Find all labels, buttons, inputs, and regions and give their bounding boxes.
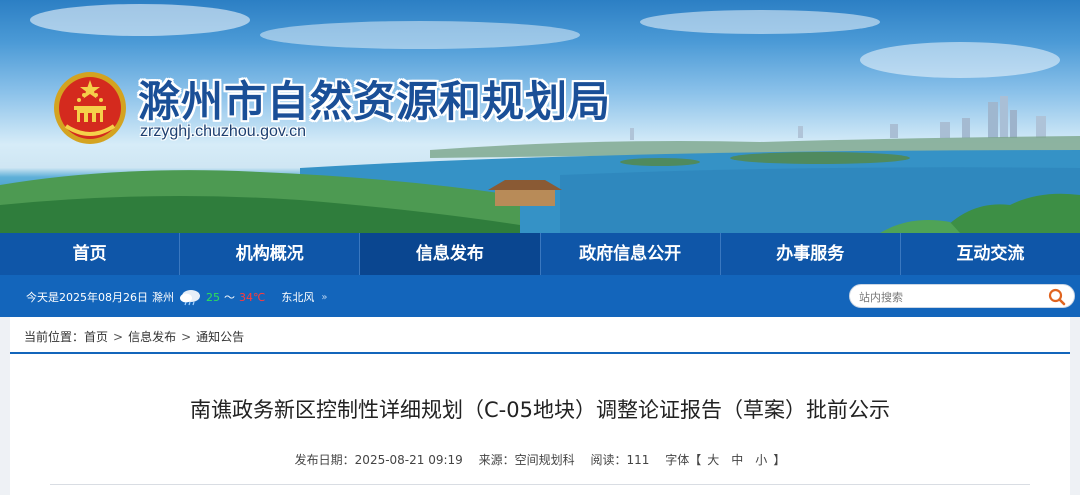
weather-city: 滁州: [152, 291, 174, 304]
publish-date-field: 发布日期：2025-08-21 09:19: [295, 453, 463, 467]
main-nav: 首页 机构概况 信息发布 政府信息公开 办事服务 互动交流: [0, 233, 1080, 275]
publish-date-value: 2025-08-21 09:19: [354, 453, 463, 467]
site-title: 滁州市自然资源和规划局: [138, 77, 612, 126]
publish-date-label: 发布日期：: [294, 453, 355, 467]
site-search: [849, 284, 1075, 308]
temp-high: 34℃: [239, 290, 266, 304]
nav-home[interactable]: 首页: [0, 233, 181, 275]
rain-cloud-icon: [180, 290, 200, 306]
font-size-small[interactable]: 小: [755, 453, 767, 467]
nav-gov-info-disclosure[interactable]: 政府信息公开: [541, 233, 721, 275]
source-label: 来源：: [478, 453, 515, 467]
meta-divider: [50, 484, 1030, 485]
reads-value: 111: [626, 453, 650, 467]
national-emblem-icon: [54, 72, 126, 144]
article-title: 南谯政务新区控制性详细规划（C-05地块）调整论证报告（草案）批前公示: [190, 398, 890, 422]
breadcrumb-home[interactable]: 首页: [84, 328, 108, 345]
search-icon[interactable]: [1048, 288, 1066, 306]
font-size-large[interactable]: 大: [707, 453, 719, 467]
weather-widget: 滁州 25 ～ 34℃ 东北风 »: [152, 288, 327, 306]
temp-separator: ～: [224, 291, 235, 304]
reads-label: 阅读：: [590, 453, 627, 467]
breadcrumb-divider: [10, 352, 1070, 354]
source-value: 空间规划科: [514, 453, 575, 467]
nav-organization[interactable]: 机构概况: [180, 233, 361, 275]
search-input[interactable]: [859, 289, 1039, 305]
reads-field: 阅读：111: [591, 453, 650, 467]
font-size-medium[interactable]: 中: [731, 453, 743, 467]
nav-services[interactable]: 办事服务: [721, 233, 901, 275]
font-size-label: 字体【: [665, 453, 702, 467]
breadcrumb: 当前位置： 首页 > 信息发布 > 通知公告: [24, 328, 244, 345]
header-banner: 滁州市自然资源和规划局 zrzyghj.chuzhou.gov.cn: [0, 0, 1080, 233]
source-field: 来源：空间规划科: [479, 453, 575, 467]
temp-low: 25: [206, 290, 220, 304]
wind-direction: 东北风: [281, 291, 315, 304]
double-chevron-right-icon: »: [321, 291, 328, 303]
info-bar: 今天是2025年08月26日 滁州 25 ～ 34℃ 东北风 »: [0, 275, 1080, 317]
nav-interaction[interactable]: 互动交流: [901, 233, 1080, 275]
site-domain: zrzyghj.chuzhou.gov.cn: [140, 123, 307, 140]
breadcrumb-info-release[interactable]: 信息发布: [128, 328, 176, 345]
breadcrumb-notices[interactable]: 通知公告: [196, 328, 244, 345]
nav-info-release[interactable]: 信息发布: [360, 233, 541, 275]
breadcrumb-separator: >: [181, 329, 192, 344]
font-size-control: 字体【大中小】: [665, 453, 785, 467]
font-size-close-bracket: 】: [773, 453, 786, 467]
breadcrumb-prefix: 当前位置：: [24, 330, 85, 344]
breadcrumb-separator: >: [113, 329, 124, 344]
today-date: 今天是2025年08月26日: [26, 291, 148, 304]
article-meta: 发布日期：2025-08-21 09:19 来源：空间规划科 阅读：111 字体…: [0, 451, 1080, 468]
